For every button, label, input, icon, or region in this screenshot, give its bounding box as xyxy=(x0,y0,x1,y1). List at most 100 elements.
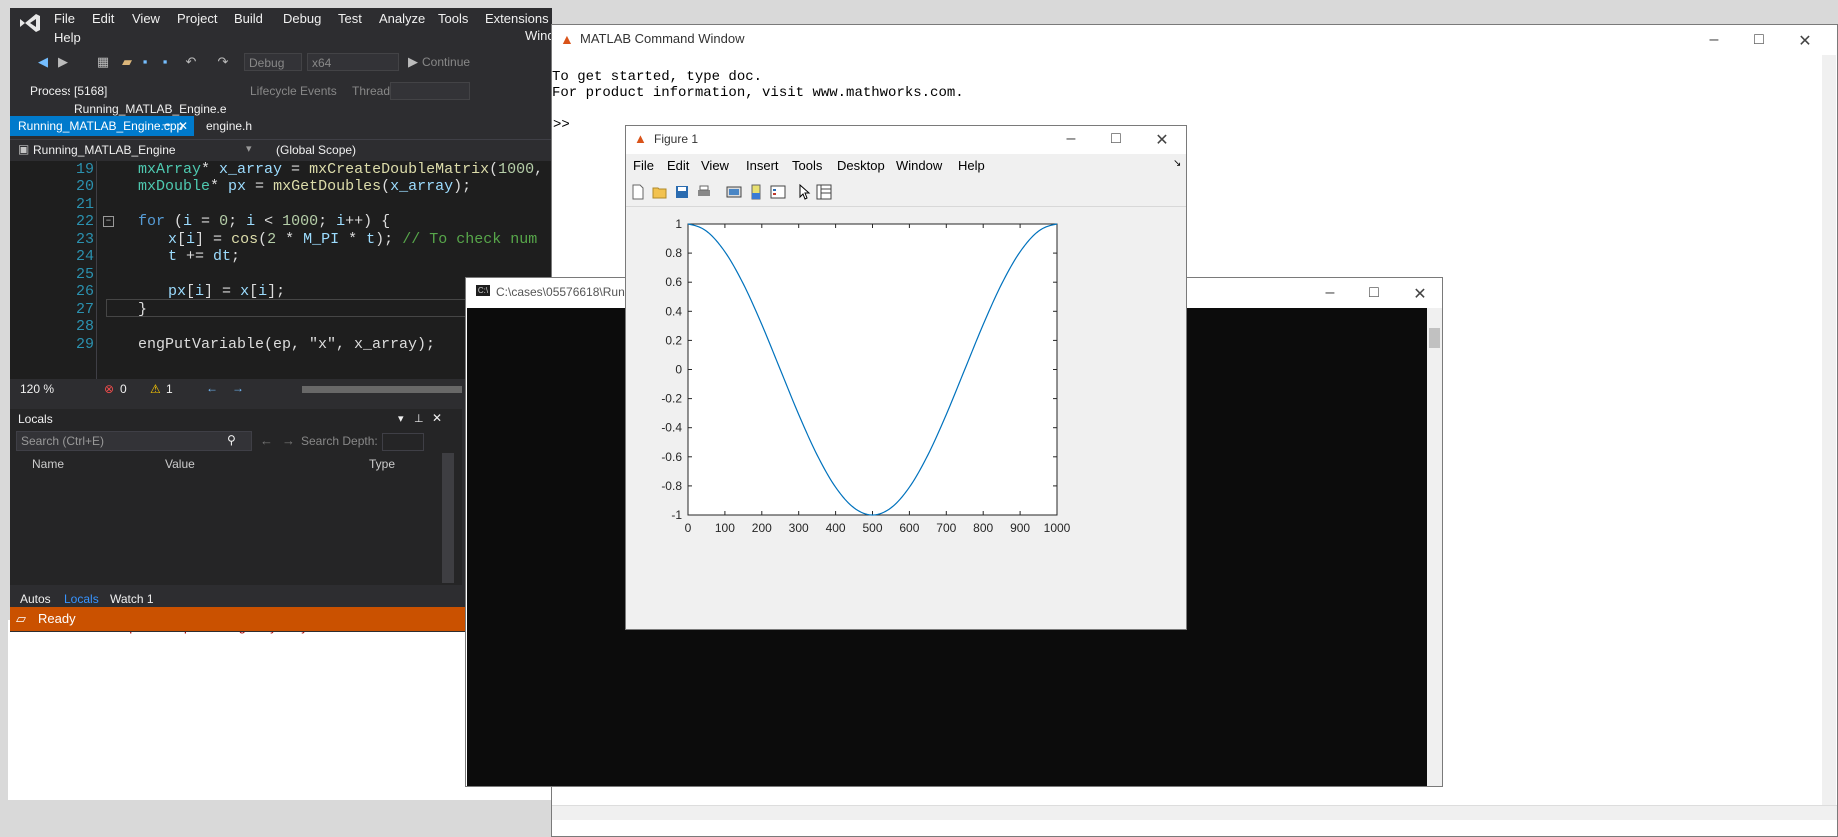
menu-insert[interactable]: Insert xyxy=(746,158,779,173)
new-figure-icon[interactable] xyxy=(630,184,646,200)
warning-count[interactable]: 1 xyxy=(166,382,173,396)
search-next-icon[interactable]: → xyxy=(282,433,295,448)
close-tab-icon[interactable]: ✕ xyxy=(178,116,188,136)
x-tick-label: 300 xyxy=(789,521,809,535)
close-icon[interactable]: ✕ xyxy=(1410,284,1430,304)
menu-build[interactable]: Build xyxy=(234,11,263,26)
maximize-icon[interactable]: □ xyxy=(1749,31,1769,49)
x-tick-label: 200 xyxy=(752,521,772,535)
tab-engine-h[interactable]: engine.h xyxy=(198,116,278,136)
arrow-left-icon[interactable]: ← xyxy=(206,381,218,395)
gutter-divider xyxy=(96,161,97,379)
matlab-horizontal-scrollbar[interactable] xyxy=(552,805,1837,820)
menu-edit[interactable]: Edit xyxy=(92,11,114,26)
new-item-icon[interactable]: ▦ xyxy=(96,55,110,69)
collapse-icon[interactable]: − xyxy=(103,216,114,227)
open-folder-icon[interactable]: ▰ xyxy=(120,55,134,69)
search-placeholder: Search (Ctrl+E) xyxy=(21,434,105,448)
search-icon[interactable]: ⚲ xyxy=(227,433,236,447)
minimize-icon[interactable]: – xyxy=(1704,31,1724,49)
tab-watch-1[interactable]: Watch 1 xyxy=(110,592,154,606)
continue-play-icon[interactable]: ▶ xyxy=(406,55,420,69)
matlab-titlebar: ▲ MATLAB Command Window – □ ✕ xyxy=(552,25,1837,55)
menu-window[interactable]: Window xyxy=(896,158,942,173)
menu-file[interactable]: File xyxy=(54,11,75,26)
command-prompt[interactable]: >> xyxy=(553,117,570,133)
horizontal-scrollbar[interactable] xyxy=(302,386,462,393)
matlab-vertical-scrollbar[interactable] xyxy=(1822,55,1836,805)
menu-test[interactable]: Test xyxy=(338,11,362,26)
menu-tools[interactable]: Tools xyxy=(438,11,468,26)
menu-help[interactable]: Help xyxy=(958,158,985,173)
menu-view[interactable]: View xyxy=(132,11,160,26)
figure-axes[interactable]: 0 100 200 300 400 500 600 700 800 900 1000 1 0.8 0.6 0… xyxy=(626,208,1186,628)
save-all-icon[interactable]: ▪ xyxy=(158,55,172,69)
config-select[interactable]: Debug xyxy=(244,53,302,71)
zoom-level-select[interactable]: 120 % xyxy=(20,382,54,396)
pin-icon[interactable]: ⊥ xyxy=(414,412,424,425)
line-number: 27 xyxy=(75,301,94,318)
thread-select[interactable] xyxy=(390,82,470,100)
arrow-right-icon[interactable]: → xyxy=(232,381,244,395)
edit-plot-cursor-icon[interactable] xyxy=(796,184,812,200)
figure-titlebar: ▲ Figure 1 – □ ✕ xyxy=(626,126,1186,154)
column-name[interactable]: Name xyxy=(32,457,64,471)
tab-running-matlab-engine-cpp[interactable]: Running_MATLAB_Engine.cpp ⊸ ✕ xyxy=(10,116,194,136)
y-tick-label: 1 xyxy=(675,217,682,231)
menu-file[interactable]: File xyxy=(633,158,654,173)
console-scrollbar[interactable] xyxy=(1427,308,1442,786)
code-line: engPutVariable(ep, "x", x_array); xyxy=(138,336,436,353)
error-count[interactable]: 0 xyxy=(120,382,127,396)
process-select[interactable]: [5168] Running_MATLAB_Engine.e xyxy=(70,82,242,116)
menu-project[interactable]: Project xyxy=(177,11,217,26)
continue-button[interactable]: Continue xyxy=(422,55,470,69)
insert-colorbar-icon[interactable] xyxy=(748,184,764,200)
save-icon[interactable]: ▪ xyxy=(138,55,152,69)
menu-edit[interactable]: Edit xyxy=(667,158,689,173)
property-inspector-icon[interactable] xyxy=(816,184,832,200)
redo-icon[interactable]: ↷ xyxy=(216,55,230,69)
back-icon[interactable]: ◀ xyxy=(36,55,50,69)
column-type[interactable]: Type xyxy=(369,457,395,471)
line-number: 26 xyxy=(75,283,94,300)
lifecycle-events-button[interactable]: Lifecycle Events xyxy=(250,84,337,98)
insert-legend-icon[interactable] xyxy=(770,184,786,200)
minimize-icon[interactable]: – xyxy=(1061,130,1081,148)
print-figure-icon[interactable] xyxy=(696,184,712,200)
search-previous-icon[interactable]: ← xyxy=(260,433,273,448)
close-icon[interactable]: ✕ xyxy=(432,411,442,425)
locals-search-input[interactable]: Search (Ctrl+E) ⚲ xyxy=(16,431,252,451)
project-select[interactable]: Running_MATLAB_Engine xyxy=(33,143,176,157)
menu-extensions[interactable]: Extensions xyxy=(485,11,549,26)
save-figure-icon[interactable] xyxy=(674,184,690,200)
maximize-icon[interactable]: □ xyxy=(1364,284,1384,302)
close-icon[interactable]: ✕ xyxy=(1152,130,1172,150)
undo-icon[interactable]: ↶ xyxy=(184,55,198,69)
menu-tools[interactable]: Tools xyxy=(792,158,822,173)
platform-select[interactable]: x64 xyxy=(307,53,399,71)
scrollbar-thumb[interactable] xyxy=(1429,328,1440,348)
code-line: } xyxy=(138,301,148,318)
open-file-icon[interactable] xyxy=(652,184,668,200)
link-plot-icon[interactable] xyxy=(726,184,742,200)
close-icon[interactable]: ✕ xyxy=(1795,31,1815,51)
locals-window: Locals ▾ ⊥ ✕ Search (Ctrl+E) ⚲ ← → Searc… xyxy=(10,409,462,585)
scope-select[interactable]: (Global Scope) xyxy=(276,143,356,157)
dropdown-icon[interactable]: ▾ xyxy=(398,412,404,425)
menu-desktop[interactable]: Desktop xyxy=(837,158,885,173)
x-tick-label: 700 xyxy=(936,521,956,535)
pin-icon[interactable]: ⊸ xyxy=(162,116,170,136)
column-value[interactable]: Value xyxy=(165,457,195,471)
vertical-scrollbar[interactable] xyxy=(442,453,454,583)
menu-view[interactable]: View xyxy=(701,158,729,173)
maximize-icon[interactable]: □ xyxy=(1106,130,1126,148)
menu-debug[interactable]: Debug xyxy=(283,11,321,26)
dock-arrow-icon[interactable]: ↘ xyxy=(1173,158,1181,169)
tab-autos[interactable]: Autos xyxy=(20,592,51,606)
search-depth-select[interactable] xyxy=(382,433,424,451)
tab-locals[interactable]: Locals xyxy=(64,592,99,606)
menu-analyze[interactable]: Analyze xyxy=(379,11,425,26)
menu-help[interactable]: Help xyxy=(54,30,81,45)
forward-icon[interactable]: ▶ xyxy=(56,55,70,69)
minimize-icon[interactable]: – xyxy=(1320,284,1340,302)
